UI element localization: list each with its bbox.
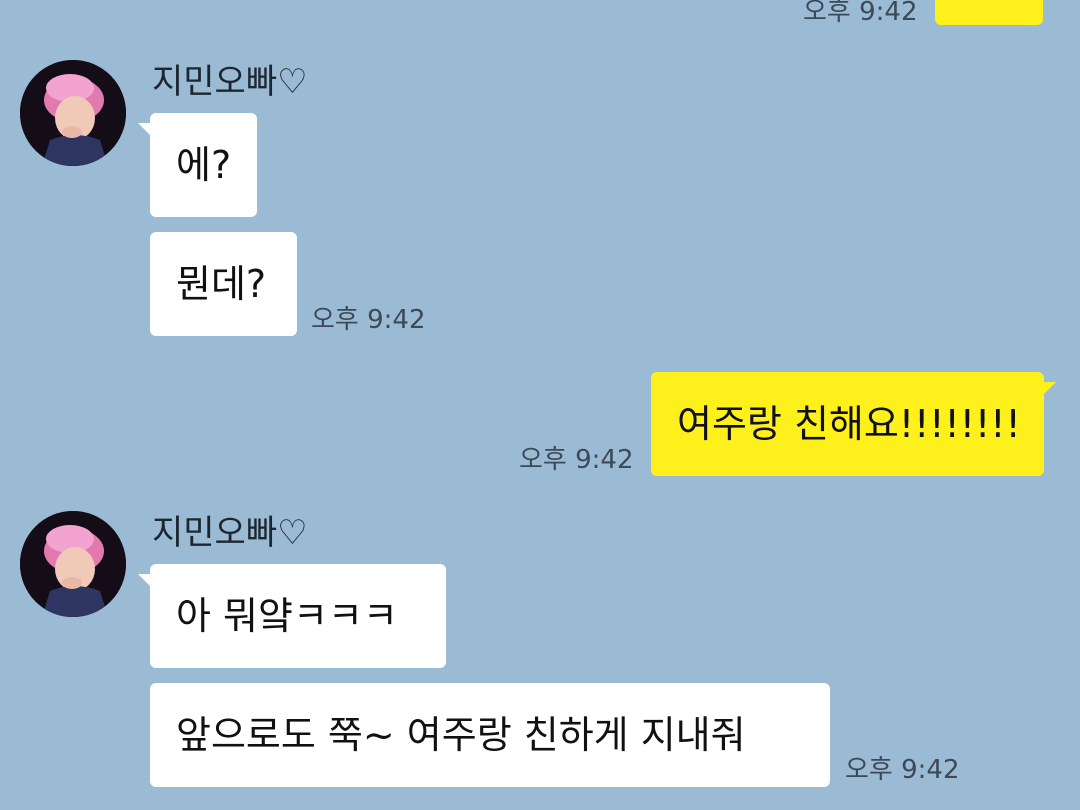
incoming-message-bubble[interactable]: 아 뭐얔ㅋㅋㅋ <box>138 564 446 668</box>
message-time: 오후 9:42 <box>311 305 426 335</box>
incoming-message-bubble[interactable]: 에? <box>138 113 257 217</box>
chat-area[interactable]: 오후 9:42 지민오빠♡ 에? 뭔데? 오후 9:42 오후 9:42 여주랑… <box>0 0 1080 810</box>
message-time: 오후 9:42 <box>845 755 960 785</box>
sender-name: 지민오빠♡ <box>152 513 308 553</box>
incoming-message-bubble[interactable]: 앞으로도 쭉~ 여주랑 친하게 지내줘 <box>150 683 830 787</box>
outgoing-message-bubble[interactable] <box>935 0 1043 25</box>
sender-avatar[interactable] <box>20 511 126 617</box>
message-time: 오후 9:42 <box>803 0 918 27</box>
outgoing-message-bubble[interactable]: 여주랑 친해요!!!!!!!! <box>651 372 1056 476</box>
sender-name: 지민오빠♡ <box>152 62 308 102</box>
message-time: 오후 9:42 <box>519 445 634 475</box>
incoming-message-bubble[interactable]: 뭔데? <box>150 232 297 336</box>
profile-photo-avatar-icon <box>20 60 126 166</box>
profile-photo-avatar-icon <box>20 511 126 617</box>
sender-avatar[interactable] <box>20 60 126 166</box>
